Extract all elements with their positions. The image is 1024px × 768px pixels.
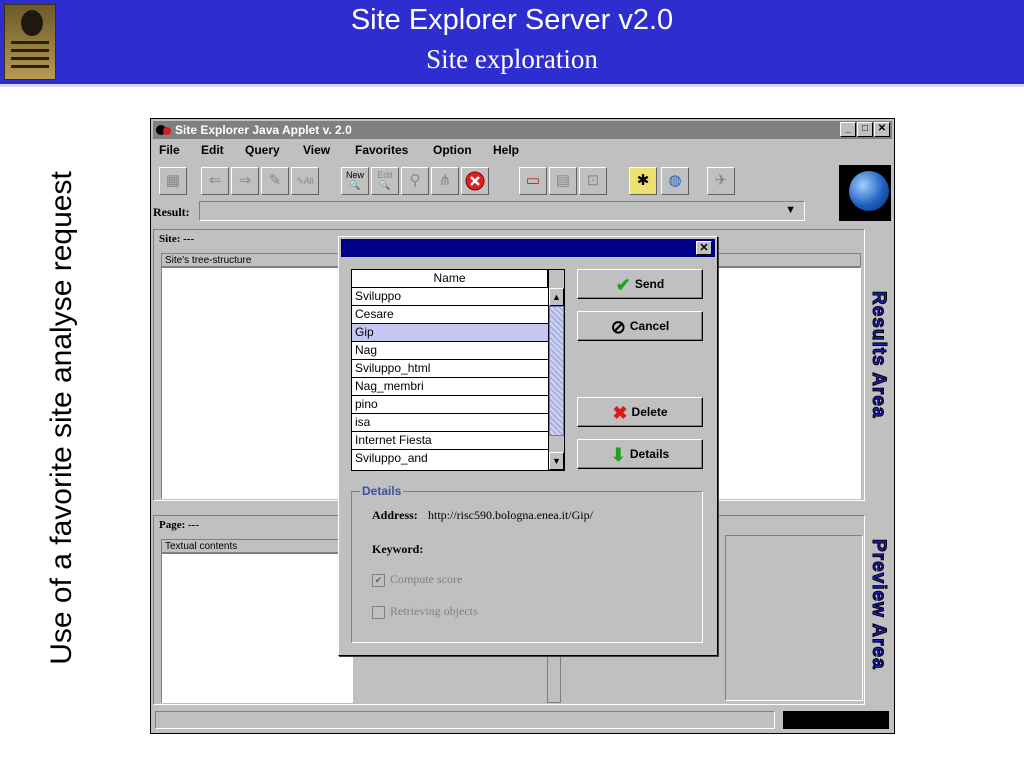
details-button[interactable]: ⬇ Details [577, 439, 703, 469]
table-row[interactable]: Sviluppo [352, 288, 548, 306]
delete-label: Delete [631, 405, 668, 419]
details-label: Details [629, 447, 670, 461]
result-dropdown[interactable]: ▼ [199, 201, 805, 221]
app-icon [156, 123, 172, 136]
address-value: http://risc590.bologna.enea.it/Gip/ [428, 508, 593, 522]
table-row[interactable]: isa [352, 414, 548, 432]
site-label: Site: --- [159, 233, 195, 245]
favorites-dialog: ✕ Name Sviluppo Cesare Gip Nag Sviluppo_… [338, 236, 718, 656]
page-label: Page: --- [159, 519, 200, 531]
prohibited-icon: ⊘ [610, 316, 626, 337]
retrieving-objects-checkbox[interactable]: Retrieving objects [372, 604, 478, 619]
site-tree-view[interactable] [161, 267, 353, 499]
send-button[interactable]: ✔ Send [577, 269, 703, 299]
scroll-down-icon[interactable]: ▼ [549, 452, 564, 470]
search-tool-icon[interactable]: ⚲ [401, 167, 429, 195]
close-button[interactable]: ✕ [874, 122, 890, 137]
status-bar [155, 711, 775, 729]
globe-search-icon[interactable]: ◍ [661, 167, 689, 195]
table-row[interactable]: Nag [352, 342, 548, 360]
preview-box [725, 535, 863, 701]
header-divider [0, 84, 1024, 87]
table-row[interactable]: Cesare [352, 306, 548, 324]
side-caption: Use of a favorite site analyse request [42, 130, 82, 705]
eraser-icon[interactable]: ✎ [261, 167, 289, 195]
dialog-close-button[interactable]: ✕ [696, 241, 712, 255]
menu-option[interactable]: Option [433, 143, 472, 161]
cancel-button[interactable]: ⊘ Cancel [577, 311, 703, 341]
results-list[interactable] [717, 267, 861, 499]
new-query-button[interactable]: New 🔍 [341, 167, 369, 195]
textual-contents-header: Textual contents [161, 539, 353, 553]
edit-query-button[interactable]: Edit 🔍 [371, 167, 399, 195]
table-row[interactable]: pino [352, 396, 548, 414]
compute-score-checkbox[interactable]: ✔ Compute score [372, 572, 462, 587]
menu-favorites[interactable]: Favorites [355, 143, 408, 161]
new-label: New [345, 170, 364, 180]
stop-icon[interactable] [461, 167, 489, 195]
address-label: Address: [372, 508, 418, 522]
empty-checkbox-icon [372, 605, 385, 619]
table-row[interactable]: Internet Fiesta [352, 432, 548, 450]
result-label: Result: [153, 205, 190, 219]
textual-contents-view[interactable] [161, 553, 353, 703]
dialog-titlebar[interactable]: ✕ [341, 239, 715, 257]
delete-button[interactable]: ✖ Delete [577, 397, 703, 427]
scroll-up-icon[interactable]: ▲ [549, 288, 564, 306]
globe-icon [839, 165, 891, 221]
red-x-icon: ✖ [612, 402, 628, 423]
menu-query[interactable]: Query [245, 143, 280, 161]
applet-title: Site Explorer Java Applet v. 2.0 [175, 123, 352, 137]
checkmark-icon: ✔ [372, 573, 385, 587]
side-caption-text: Use of a favorite site analyse request [45, 170, 78, 665]
tree-icon[interactable]: ⋔ [431, 167, 459, 195]
edit-label: Edit [377, 170, 393, 180]
table-row-selected[interactable]: Gip [352, 324, 548, 342]
down-arrow-icon: ⬇ [610, 444, 626, 465]
menu-help[interactable]: Help [493, 143, 519, 161]
list-scrollbar[interactable]: ▲ ▼ [548, 270, 564, 470]
details-legend: Details [360, 484, 404, 498]
table-icon[interactable]: ▤ [549, 167, 577, 195]
slide-title: Site Explorer Server v2.0 [350, 4, 674, 36]
progress-indicator [783, 711, 889, 729]
folder-icon[interactable]: ✱ [629, 167, 657, 195]
erase-all-label: All [303, 176, 314, 186]
table-row[interactable]: Nag_membri [352, 378, 548, 396]
compute-score-label: Compute score [390, 572, 463, 586]
slide-subtitle: Site exploration [426, 44, 598, 74]
menu-view[interactable]: View [303, 143, 330, 161]
favorites-table: Name Sviluppo Cesare Gip Nag Sviluppo_ht… [351, 269, 565, 471]
send-label: Send [634, 277, 665, 291]
results-header [717, 253, 861, 267]
details-groupbox: Details Address: http://risc590.bologna.… [351, 484, 703, 643]
forward-arrow-icon[interactable]: ⇒ [231, 167, 259, 195]
site-tree-header: Site's tree-structure [161, 253, 353, 267]
preview-icon[interactable]: ⊡ [579, 167, 607, 195]
applet-titlebar[interactable]: Site Explorer Java Applet v. 2.0 _ □ ✕ [153, 121, 892, 139]
checkmark-icon: ✔ [615, 274, 631, 295]
cancel-label: Cancel [629, 319, 670, 333]
menu-file[interactable]: File [159, 143, 180, 161]
name-column-header[interactable]: Name [352, 270, 548, 288]
chevron-down-icon[interactable]: ▼ [785, 204, 796, 216]
minimize-button[interactable]: _ [840, 122, 856, 137]
scroll-thumb[interactable] [549, 306, 564, 436]
back-arrow-icon[interactable]: ⇐ [201, 167, 229, 195]
satellite-icon[interactable]: ✈ [707, 167, 735, 195]
results-area-label: Results Area [868, 290, 890, 419]
keyword-label: Keyword: [372, 542, 424, 556]
maximize-button[interactable]: □ [857, 122, 873, 137]
window-icon[interactable]: ▭ [519, 167, 547, 195]
erase-all-button[interactable]: ✎All [291, 167, 319, 195]
preview-area-label: Preview Area [868, 539, 890, 671]
checker-icon[interactable]: ▦ [159, 167, 187, 195]
retrieving-objects-label: Retrieving objects [390, 604, 478, 618]
table-row[interactable]: Sviluppo_html [352, 360, 548, 378]
globe-ball [849, 171, 889, 211]
menu-edit[interactable]: Edit [201, 143, 224, 161]
splitter-handle[interactable] [547, 649, 561, 703]
table-row[interactable]: Sviluppo_and [352, 450, 548, 468]
